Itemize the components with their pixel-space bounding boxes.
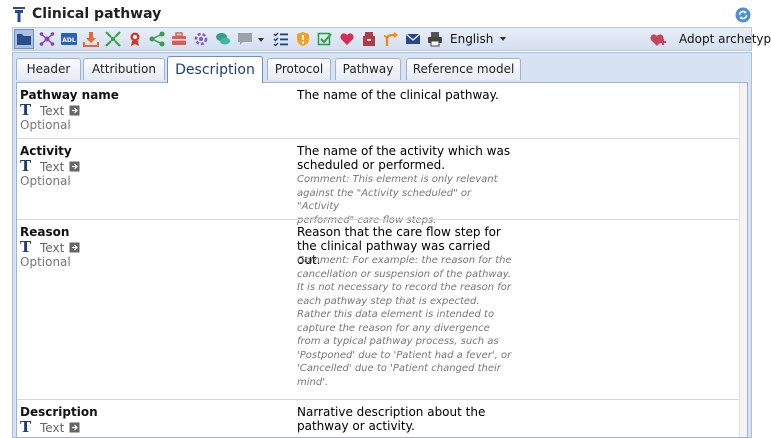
table-row: Pathway name T Text Optional The name of… xyxy=(17,83,739,138)
comment-line: cancellation or suspension of the pathwa… xyxy=(297,268,512,280)
text-type-icon: T xyxy=(20,418,32,436)
chat-icon[interactable] xyxy=(215,31,231,47)
comment-line: capture the reason for any divergence xyxy=(297,322,490,334)
folder-icon[interactable] xyxy=(16,31,32,47)
mail-icon[interactable] xyxy=(405,31,421,47)
tab-protocol[interactable]: Protocol xyxy=(267,58,331,80)
download-icon[interactable] xyxy=(83,31,99,47)
element-name: Reason xyxy=(20,225,70,239)
type-label: Text xyxy=(40,160,65,174)
toolbar: ADL English Adopt archetype xyxy=(12,27,771,51)
tab-description[interactable]: Description xyxy=(167,56,263,83)
tab-pathway[interactable]: Pathway xyxy=(335,58,401,80)
type-label: Text xyxy=(40,104,65,118)
description-line: The name of the clinical pathway. xyxy=(297,88,499,102)
element-name: Pathway name xyxy=(20,88,119,102)
page-title: Clinical pathway xyxy=(32,6,162,22)
tab-reference-model[interactable]: Reference model xyxy=(406,58,521,80)
chevron-down-icon[interactable] xyxy=(257,31,265,47)
archetype-t-icon xyxy=(13,7,25,22)
toolbox-icon[interactable] xyxy=(171,31,187,47)
heart-icon[interactable] xyxy=(339,31,355,47)
award-icon[interactable] xyxy=(127,31,143,47)
table-row: Description T Text Narrative description… xyxy=(17,399,739,437)
description-table: Pathway name T Text Optional The name of… xyxy=(16,82,748,438)
comment-line: against the "Activity scheduled" or "Act… xyxy=(297,187,472,213)
comment-line: It is not necessary to record the reason… xyxy=(297,282,511,293)
description-line: pathway or activity. xyxy=(297,419,415,433)
type-label: Text xyxy=(40,421,65,435)
occurrence-label: Optional xyxy=(20,255,71,269)
comment-line: Rather this data element is intended to xyxy=(297,309,495,320)
expand-arrow-icon[interactable] xyxy=(69,422,80,433)
occurrence-label: Optional xyxy=(20,174,71,188)
comment-line: from a typical pathway process, such as xyxy=(297,336,499,347)
checkbox-icon[interactable] xyxy=(317,31,333,47)
element-description: The name of the clinical pathway. xyxy=(297,88,512,102)
comment-line: 'Cancelled' due to 'Patient changed thei… xyxy=(297,363,501,374)
collapse-icon[interactable] xyxy=(105,31,121,47)
comment-dropdown-icon[interactable] xyxy=(237,31,253,47)
description-line: Reason that the care flow step for xyxy=(297,225,501,239)
svg-text:ADL: ADL xyxy=(62,37,76,44)
comment-line: Comment: This element is only relevant xyxy=(297,174,498,185)
text-type-icon: T xyxy=(20,238,32,256)
element-comment: Comment: For example: the reason for the… xyxy=(297,254,512,389)
description-line: Narrative description about the xyxy=(297,405,486,419)
comment-line: 'Postponed' due to 'Patient had a fever'… xyxy=(297,349,512,361)
element-name: Description xyxy=(20,405,98,419)
occurrence-label: Optional xyxy=(20,118,71,132)
fork-icon[interactable] xyxy=(383,31,399,47)
vertical-scrollbar[interactable] xyxy=(739,83,747,437)
description-line: The name of the activity which was xyxy=(297,144,511,158)
comment-line: mind'. xyxy=(297,376,329,388)
description-line: scheduled or performed. xyxy=(297,158,446,172)
refresh-icon[interactable] xyxy=(735,7,751,23)
checklist-icon[interactable] xyxy=(273,31,289,47)
expand-arrow-icon[interactable] xyxy=(69,161,80,172)
share-icon[interactable] xyxy=(149,31,165,47)
comment-line: each pathway step that is expected. xyxy=(297,295,480,307)
comment-line: Comment: For example: the reason for the xyxy=(297,255,512,266)
adopt-archetype-label: Adopt archetype xyxy=(679,32,771,46)
tab-header[interactable]: Header xyxy=(16,58,81,80)
print-icon[interactable] xyxy=(427,31,443,47)
type-label: Text xyxy=(40,241,65,255)
text-type-icon: T xyxy=(20,157,32,175)
expand-arrow-icon[interactable] xyxy=(69,242,80,253)
archive-box-icon[interactable] xyxy=(361,31,377,47)
element-description: Narrative description about the pathway … xyxy=(297,405,512,433)
language-select[interactable]: English xyxy=(450,32,493,46)
text-type-icon: T xyxy=(20,101,32,119)
settings-cycle-icon[interactable] xyxy=(193,31,209,47)
table-row: Activity T Text Optional The name of the… xyxy=(17,138,739,226)
warning-shield-icon[interactable] xyxy=(295,31,311,47)
expand-arrow-icon[interactable] xyxy=(69,105,80,116)
title-bar: Clinical pathway xyxy=(0,0,771,28)
mindmap-icon[interactable] xyxy=(39,31,55,47)
element-name: Activity xyxy=(20,144,72,158)
element-description: The name of the activity which was sched… xyxy=(297,144,512,172)
table-row: Reason T Text Optional Reason that the c… xyxy=(17,219,739,399)
tab-panel: Header Attribution Description Protocol … xyxy=(12,52,752,438)
chevron-down-icon[interactable] xyxy=(500,37,506,41)
heart-plus-icon xyxy=(650,34,666,46)
tab-attribution[interactable]: Attribution xyxy=(83,58,165,80)
adl-icon[interactable]: ADL xyxy=(61,31,77,47)
